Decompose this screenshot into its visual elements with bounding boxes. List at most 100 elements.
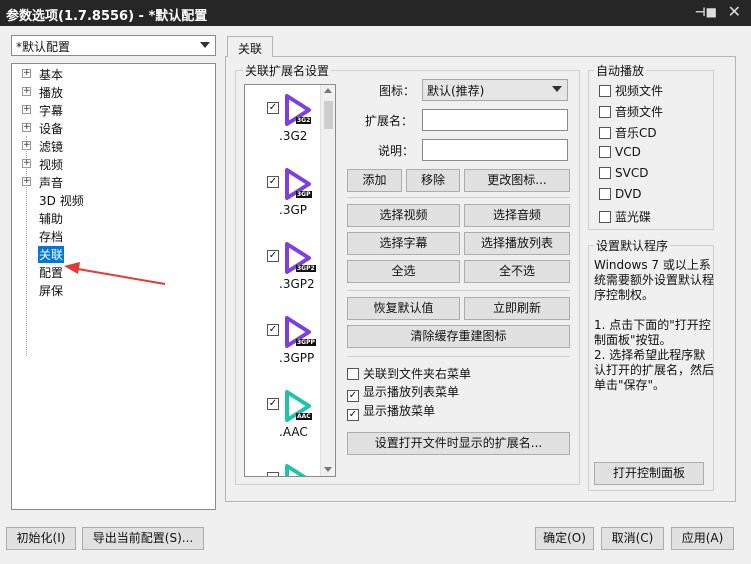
close-icon[interactable]: ✕ bbox=[728, 2, 741, 21]
extension-checkbox[interactable]: ✓ bbox=[267, 250, 279, 262]
extension-list-scrollbar[interactable] bbox=[320, 85, 335, 476]
open-control-panel-button[interactable]: 打开控制面板 bbox=[594, 462, 704, 485]
tree-item-label: 设备 bbox=[39, 122, 64, 136]
tree-item-label: 屏保 bbox=[39, 284, 64, 298]
tree-connector bbox=[26, 136, 27, 356]
remove-button[interactable]: 移除 bbox=[406, 169, 460, 192]
autoplay-label: DVD bbox=[615, 187, 642, 201]
check-icon: ✓ bbox=[347, 409, 359, 421]
checkbox-box bbox=[599, 85, 611, 97]
folder-menu-checkbox[interactable]: 关联到文件夹右菜单 bbox=[347, 365, 471, 382]
play-file-icon: AAC bbox=[283, 389, 313, 423]
scroll-down-icon[interactable] bbox=[324, 467, 332, 472]
add-button[interactable]: 添加 bbox=[347, 169, 402, 192]
scroll-thumb[interactable] bbox=[324, 101, 333, 129]
cancel-button[interactable]: 取消(C) bbox=[601, 527, 664, 550]
select-all-button[interactable]: 全选 bbox=[347, 260, 460, 283]
extension-item[interactable]: ✓ 3G2 .3G2 bbox=[245, 90, 321, 164]
profile-select[interactable]: *默认配置 bbox=[11, 35, 216, 56]
playlist-menu-checkbox[interactable]: ✓ 显示播放列表菜单 bbox=[347, 383, 459, 402]
play-file-icon: 3GPP bbox=[283, 315, 316, 349]
select-playlist-button[interactable]: 选择播放列表 bbox=[464, 232, 570, 255]
footer: 初始化(I) 导出当前配置(S)... 确定(O) 取消(C) 应用(A) bbox=[0, 520, 751, 564]
expand-icon[interactable]: + bbox=[22, 159, 31, 168]
extension-item[interactable]: ✓ AAC .AAC bbox=[245, 386, 321, 460]
autoplay-checkbox[interactable]: 音乐CD bbox=[599, 124, 657, 141]
pin-icon[interactable]: ⊣■ bbox=[695, 5, 717, 19]
clear-cache-button[interactable]: 清除缓存重建图标 bbox=[347, 325, 570, 348]
apply-button[interactable]: 应用(A) bbox=[671, 527, 734, 550]
extension-label: .3GPP bbox=[279, 351, 315, 365]
extension-item[interactable] bbox=[245, 460, 321, 476]
autoplay-title: 自动播放 bbox=[594, 62, 647, 79]
ok-button[interactable]: 确定(O) bbox=[535, 527, 594, 550]
tree-item-label: 基本 bbox=[39, 68, 64, 82]
extension-checkbox[interactable]: ✓ bbox=[267, 176, 279, 188]
tree-item-label: 存档 bbox=[39, 230, 64, 244]
expand-icon[interactable]: + bbox=[22, 87, 31, 96]
extension-checkbox[interactable] bbox=[267, 472, 279, 476]
playlist-menu-label: 显示播放列表菜单 bbox=[363, 385, 460, 399]
tree-item-label: 3D 视频 bbox=[39, 194, 84, 208]
preferences-window: 参数选项(1.7.8556) - *默认配置 ⊣■ ✕ *默认配置 + 基本 + 播放… bbox=[0, 0, 751, 564]
file-type-tag: 3GP bbox=[296, 191, 312, 198]
tree-item-label: 关联 bbox=[38, 246, 65, 263]
icon-label: 图标： bbox=[379, 84, 416, 98]
autoplay-checkbox[interactable]: 音频文件 bbox=[599, 103, 663, 120]
expand-icon[interactable]: + bbox=[22, 123, 31, 132]
refresh-now-button[interactable]: 立即刷新 bbox=[464, 297, 570, 320]
checkbox-box bbox=[599, 146, 611, 158]
desc-input[interactable] bbox=[422, 139, 568, 161]
change-icon-button[interactable]: 更改图标... bbox=[464, 169, 570, 192]
select-audio-button[interactable]: 选择音频 bbox=[464, 204, 570, 227]
autoplay-checkbox[interactable]: VCD bbox=[599, 145, 641, 159]
select-subtitle-button[interactable]: 选择字幕 bbox=[347, 232, 460, 255]
expand-icon[interactable]: + bbox=[22, 141, 31, 150]
expand-icon[interactable]: + bbox=[22, 105, 31, 114]
title-bar: 参数选项(1.7.8556) - *默认配置 ⊣■ ✕ bbox=[0, 0, 751, 26]
tree-item-label: 播放 bbox=[39, 86, 64, 100]
autoplay-checkbox[interactable]: 视频文件 bbox=[599, 82, 663, 99]
scroll-up-icon[interactable] bbox=[324, 88, 332, 93]
autoplay-label: VCD bbox=[615, 145, 641, 159]
expand-icon[interactable]: + bbox=[22, 177, 31, 186]
autoplay-label: 蓝光碟 bbox=[615, 210, 652, 224]
play-menu-label: 显示播放菜单 bbox=[363, 404, 436, 418]
divider bbox=[347, 197, 570, 198]
select-video-button[interactable]: 选择视频 bbox=[347, 204, 460, 227]
autoplay-checkbox[interactable]: DVD bbox=[599, 187, 641, 201]
file-type-tag: 3GPP bbox=[296, 339, 316, 346]
set-display-ext-button[interactable]: 设置打开文件时显示的扩展名... bbox=[347, 432, 570, 455]
ext-input[interactable] bbox=[422, 109, 568, 131]
autoplay-checkbox[interactable]: SVCD bbox=[599, 166, 648, 180]
extension-label: .3G2 bbox=[279, 129, 308, 143]
initialize-button[interactable]: 初始化(I) bbox=[6, 527, 76, 550]
play-menu-checkbox[interactable]: ✓ 显示播放菜单 bbox=[347, 402, 435, 421]
select-none-button[interactable]: 全不选 bbox=[464, 260, 570, 283]
extension-label: .3GP2 bbox=[279, 277, 315, 291]
checkbox-box bbox=[599, 106, 611, 118]
extension-item[interactable]: ✓ 3GPP .3GPP bbox=[245, 312, 321, 386]
extension-item[interactable]: ✓ 3GP2 .3GP2 bbox=[245, 238, 321, 312]
ext-label: 扩展名： bbox=[365, 114, 414, 128]
icon-select[interactable]: 默认(推荐) bbox=[422, 79, 568, 101]
tree-item-label: 视频 bbox=[39, 158, 64, 172]
expand-icon[interactable]: + bbox=[22, 69, 31, 78]
autoplay-checkbox[interactable]: 蓝光碟 bbox=[599, 208, 651, 225]
play-file-icon: 3G2 bbox=[283, 93, 313, 127]
restore-defaults-button[interactable]: 恢复默认值 bbox=[347, 297, 460, 320]
file-type-tag: AAC bbox=[296, 413, 312, 420]
extension-item[interactable]: ✓ 3GP .3GP bbox=[245, 164, 321, 238]
tab-association[interactable]: 关联 bbox=[227, 36, 273, 57]
extension-label: .3GP bbox=[279, 203, 307, 217]
extension-checkbox[interactable]: ✓ bbox=[267, 324, 279, 336]
checkbox-box bbox=[599, 211, 611, 223]
extension-checkbox[interactable]: ✓ bbox=[267, 102, 279, 114]
assoc-group-title: 关联扩展名设置 bbox=[243, 62, 332, 79]
tree-item-label: 辅助 bbox=[39, 212, 64, 226]
play-file-icon: 3GP2 bbox=[283, 241, 316, 275]
extension-checkbox[interactable]: ✓ bbox=[267, 398, 279, 410]
export-config-button[interactable]: 导出当前配置(S)... bbox=[82, 527, 204, 550]
tree-item-label: 字幕 bbox=[39, 104, 64, 118]
file-type-tag: 3GP2 bbox=[296, 265, 316, 272]
